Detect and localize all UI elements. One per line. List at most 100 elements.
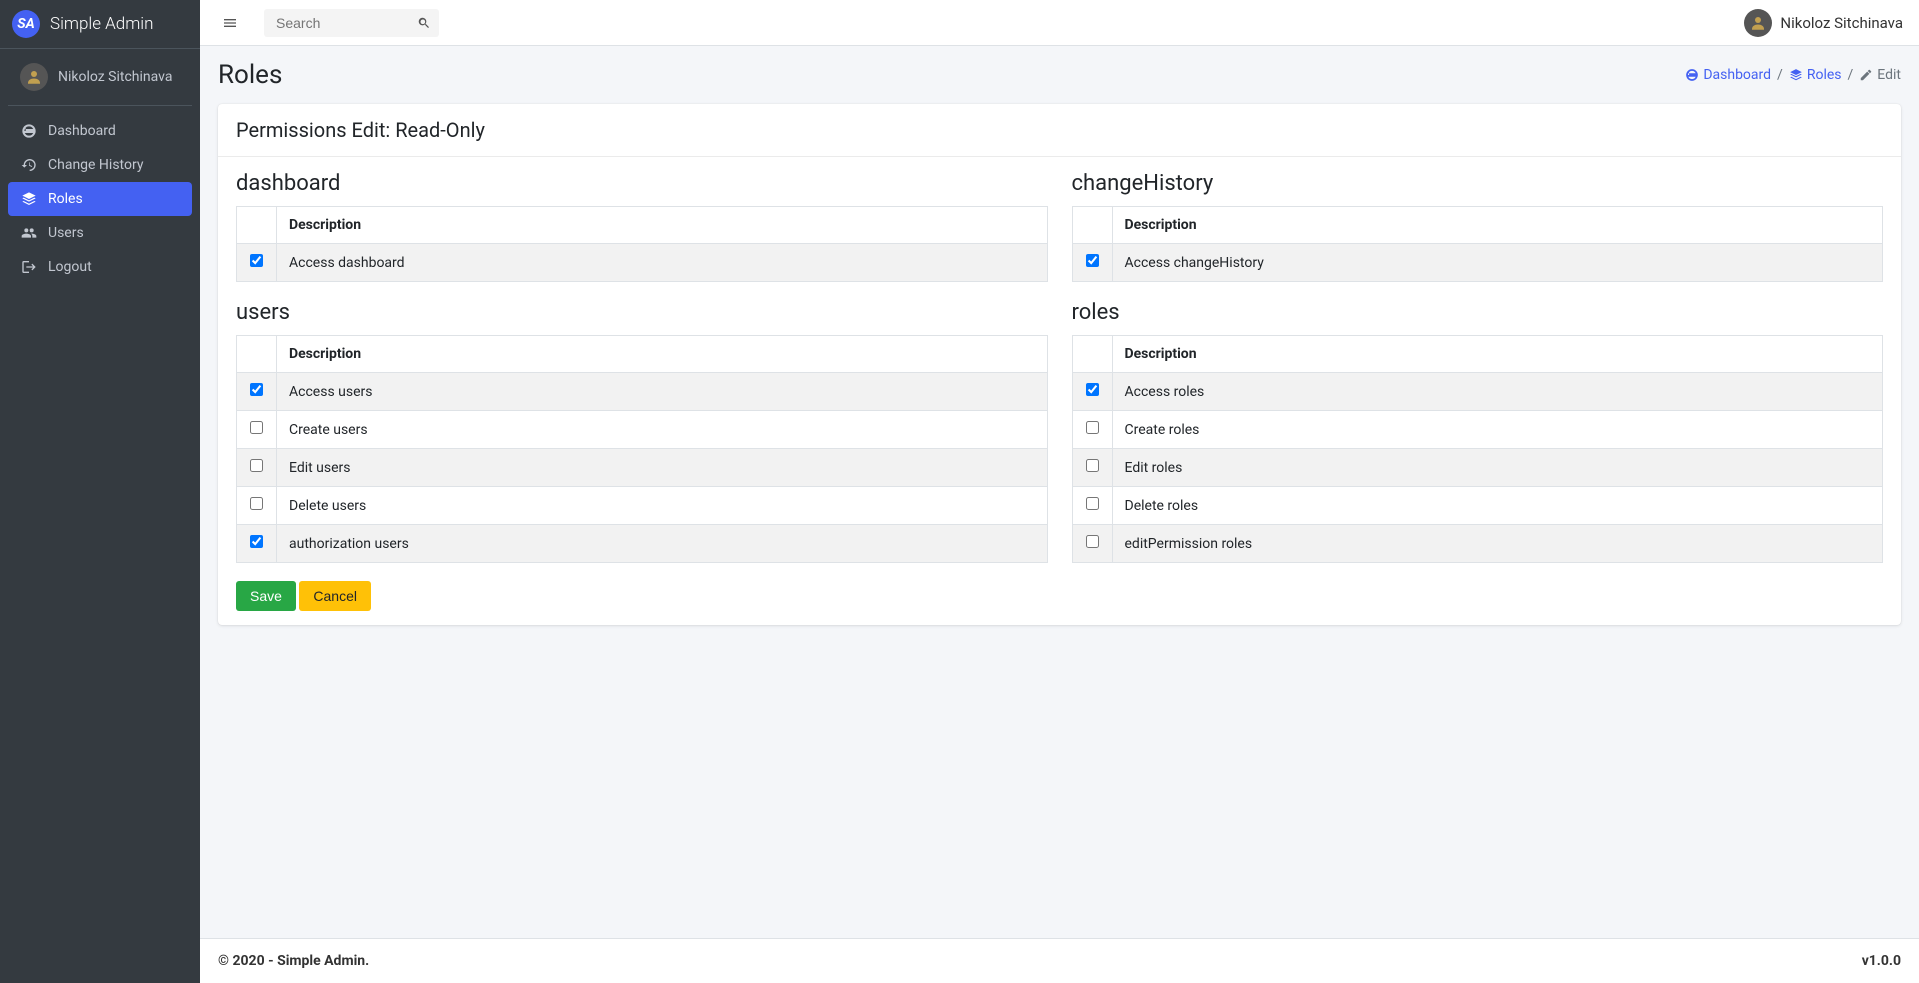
perm-check-cell [237,487,277,525]
perm-table: Description Access usersCreate usersEdit… [236,335,1048,563]
perm-checkbox[interactable] [1086,535,1099,548]
table-row: Access roles [1072,373,1883,411]
table-row: Access users [237,373,1048,411]
table-header-desc: Description [1112,336,1883,373]
sidebar-item-logout[interactable]: Logout [8,250,192,284]
breadcrumb: Dashboard / Roles / Edit [1685,67,1901,83]
sidebar-user-name: Nikoloz Sitchinava [58,69,172,85]
perm-desc: Edit users [277,449,1048,487]
perm-table: Description Access dashboard [236,206,1048,282]
perm-section-roles: roles Description Access rolesCreate rol… [1072,300,1884,581]
logout-icon [20,258,38,276]
table-header-desc: Description [277,336,1048,373]
perm-check-cell [237,244,277,282]
card-title: Permissions Edit: Read-Only [218,104,1901,157]
sidebar-item-change-history[interactable]: Change History [8,148,192,182]
perm-section-title: dashboard [236,171,1048,196]
perm-desc: Create users [277,411,1048,449]
perm-check-cell [1072,487,1112,525]
dashboard-icon [20,122,38,140]
table-header-check [237,207,277,244]
perm-checkbox[interactable] [1086,421,1099,434]
layers-icon [1789,68,1803,82]
table-row: Edit roles [1072,449,1883,487]
breadcrumb-dashboard[interactable]: Dashboard [1685,67,1771,83]
perm-check-cell [237,525,277,563]
brand-name: Simple Admin [50,14,153,34]
brand[interactable]: SA Simple Admin [0,0,200,49]
perm-desc: Delete roles [1112,487,1883,525]
table-header-check [1072,207,1112,244]
menu-toggle-icon[interactable] [216,9,244,37]
perm-desc: Create roles [1112,411,1883,449]
table-row: Delete roles [1072,487,1883,525]
sidebar-item-label: Change History [48,157,143,173]
search-icon[interactable] [417,16,431,30]
perm-checkbox[interactable] [1086,459,1099,472]
footer: © 2020 - Simple Admin. v1.0.0 [200,938,1919,983]
perm-checkbox[interactable] [250,497,263,510]
perm-checkbox[interactable] [250,459,263,472]
table-row: authorization users [237,525,1048,563]
table-row: Edit users [237,449,1048,487]
perm-desc: Access changeHistory [1112,244,1883,282]
sidebar-item-label: Roles [48,191,83,207]
perm-section-changehistory: changeHistory Description Access changeH… [1072,171,1884,300]
save-button[interactable]: Save [236,581,296,611]
avatar [20,63,48,91]
sidebar: SA Simple Admin Nikoloz Sitchinava Dashb… [0,0,200,983]
perm-checkbox[interactable] [250,254,263,267]
perm-section-title: users [236,300,1048,325]
sidebar-item-label: Logout [48,259,92,275]
perm-table: Description Access changeHistory [1072,206,1884,282]
perm-check-cell [237,411,277,449]
sidebar-item-roles[interactable]: Roles [8,182,192,216]
sidebar-item-dashboard[interactable]: Dashboard [8,114,192,148]
perm-check-cell [237,449,277,487]
breadcrumb-roles[interactable]: Roles [1789,67,1842,83]
sidebar-nav: Dashboard Change History Roles Users [0,106,200,292]
cancel-button[interactable]: Cancel [299,581,371,611]
breadcrumb-label: Edit [1877,67,1901,83]
sidebar-item-users[interactable]: Users [8,216,192,250]
breadcrumb-separator: / [1777,67,1783,83]
perm-desc: Delete users [277,487,1048,525]
table-row: Delete users [237,487,1048,525]
topnav-user[interactable]: Nikoloz Sitchinava [1744,9,1903,37]
perm-desc: editPermission roles [1112,525,1883,563]
perm-table: Description Access rolesCreate rolesEdit… [1072,335,1884,563]
history-icon [20,156,38,174]
search-input[interactable] [264,9,439,37]
table-row: Create roles [1072,411,1883,449]
perm-checkbox[interactable] [1086,497,1099,510]
perm-desc: Access roles [1112,373,1883,411]
breadcrumb-label: Dashboard [1703,67,1771,83]
perm-desc: authorization users [277,525,1048,563]
breadcrumb-current: Edit [1859,67,1901,83]
permissions-card: Permissions Edit: Read-Only dashboard De… [218,104,1901,625]
table-row: Create users [237,411,1048,449]
perm-checkbox[interactable] [1086,383,1099,396]
sidebar-user-panel[interactable]: Nikoloz Sitchinava [8,49,192,106]
perm-desc: Access dashboard [277,244,1048,282]
perm-checkbox[interactable] [1086,254,1099,267]
sidebar-item-label: Users [48,225,84,241]
perm-section-title: changeHistory [1072,171,1884,196]
avatar [1744,9,1772,37]
content: Permissions Edit: Read-Only dashboard De… [200,104,1919,938]
perm-section-title: roles [1072,300,1884,325]
topnav-user-name: Nikoloz Sitchinava [1780,14,1903,32]
dashboard-icon [1685,68,1699,82]
perm-desc: Access users [277,373,1048,411]
breadcrumb-label: Roles [1807,67,1842,83]
table-header-check [1072,336,1112,373]
perm-checkbox[interactable] [250,421,263,434]
table-header-check [237,336,277,373]
users-icon [20,224,38,242]
perm-checkbox[interactable] [250,383,263,396]
footer-version: v1.0.0 [1862,953,1901,969]
layers-icon [20,190,38,208]
perm-checkbox[interactable] [250,535,263,548]
table-row: Access changeHistory [1072,244,1883,282]
perm-check-cell [1072,244,1112,282]
